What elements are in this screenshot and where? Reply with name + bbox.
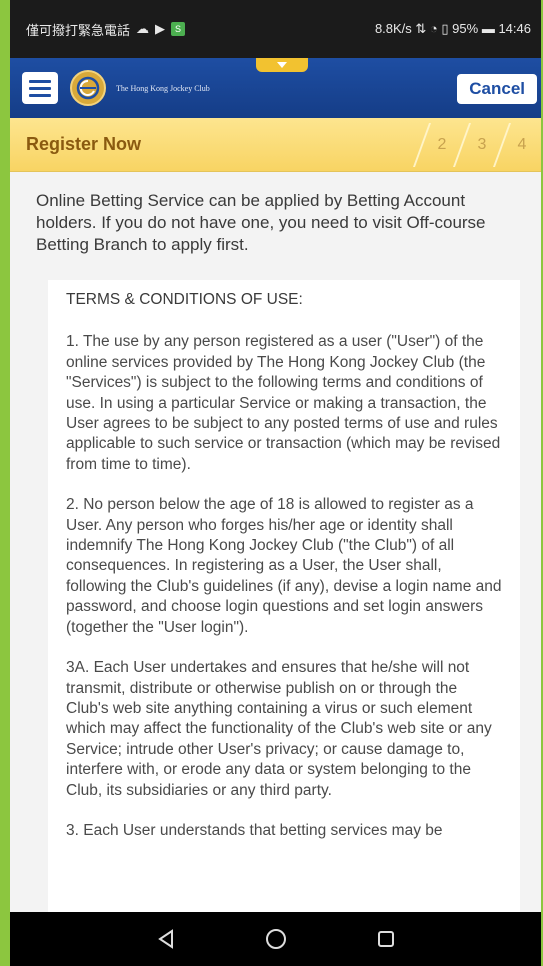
network-speed: 8.8K/s [374,21,412,36]
term-paragraph: 1. The use by any person registered as a… [66,333,501,473]
intro-text: Online Betting Service can be applied by… [36,191,486,254]
page-title: Register Now [26,134,142,154]
term-paragraph: 2. No person below the age of 18 is allo… [66,496,502,636]
step-indicator: 2 3 4 [412,118,541,172]
menu-button[interactable] [22,72,58,104]
battery-percent: 95% [452,21,479,36]
logo-text: The Hong Kong Jockey Club [116,83,210,93]
term-paragraph: 3. Each User understands that betting se… [66,821,443,839]
main-content[interactable]: Online Betting Service can be applied by… [10,172,541,912]
carrier-text: 僅可撥打緊急電話 [26,22,131,38]
step-4: 4 [517,136,527,153]
battery-icon: ▬ [481,21,499,36]
app-notification-icon: S [171,22,186,36]
play-icon: ▶ [155,21,166,36]
cloud-icon: ☁ [136,21,150,36]
terms-box[interactable]: TERMS & CONDITIONS OF USE: 1. The use by… [48,280,520,912]
clock: 14:46 [498,21,531,36]
hamburger-line [29,93,51,97]
hamburger-line [29,86,51,90]
pull-down-tab[interactable] [256,58,308,72]
app-header: The Hong Kong Jockey Club Cancel [10,58,541,118]
hamburger-icon [29,79,51,83]
phone-screen: 僅可撥打緊急電話 ☁ ▶ S 8.8K/s ⇅ ◔ ▯ 95% ▬ 14:46 [10,0,541,966]
signal-icons: ⇅ ◔ ▯ [415,21,449,36]
home-circle-icon[interactable] [261,924,291,954]
recents-square-icon[interactable] [371,924,401,954]
back-triangle-icon[interactable] [151,924,181,954]
terms-heading: TERMS & CONDITIONS OF USE: [66,291,303,308]
chevron-down-icon [277,62,287,68]
jockey-club-logo-icon [70,70,106,106]
term-paragraph: 3A. Each User undertakes and ensures tha… [66,659,492,799]
status-bar: 僅可撥打緊急電話 ☁ ▶ S 8.8K/s ⇅ ◔ ▯ 95% ▬ 14:46 [10,0,541,58]
cancel-button[interactable]: Cancel [457,74,537,104]
register-header: Register Now 2 3 4 [10,118,541,172]
android-nav-bar [10,912,541,966]
